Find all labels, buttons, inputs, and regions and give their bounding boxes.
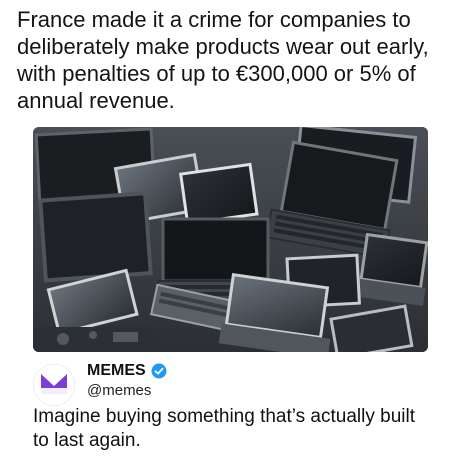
author-handle[interactable]: @memes (87, 382, 151, 399)
tweet-image[interactable] (33, 127, 428, 352)
verified-badge-icon (151, 363, 167, 379)
headline-text: France made it a crime for companies to … (17, 7, 429, 113)
author-avatar[interactable] (33, 364, 75, 406)
author-name-text: MEMES (87, 362, 146, 379)
tweet-body-text: Imagine buying something that’s actually… (33, 406, 415, 451)
tweet-author-row: MEMES @memes (33, 358, 428, 408)
memes-logo-icon (33, 364, 75, 406)
author-display-name[interactable]: MEMES (87, 362, 167, 380)
laptops-pile-illustration (33, 127, 428, 352)
